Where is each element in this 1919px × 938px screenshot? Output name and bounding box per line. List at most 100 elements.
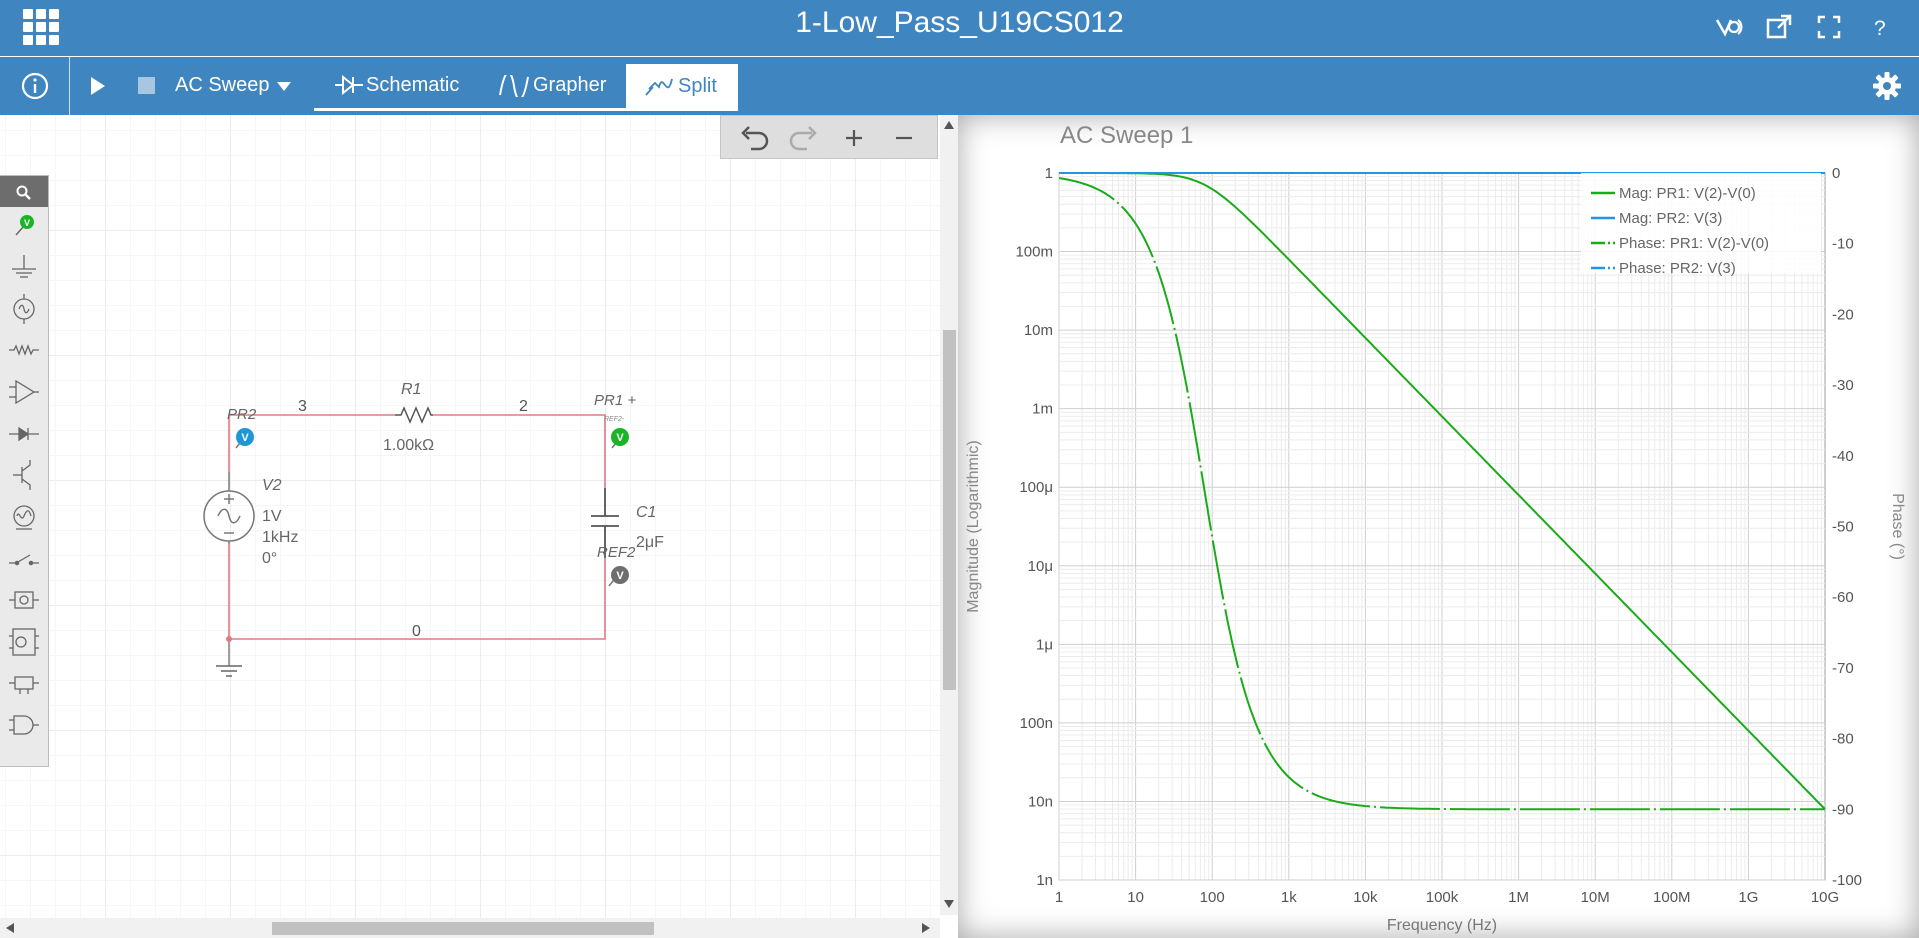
node-label-0: 0	[412, 623, 421, 640]
grapher-pane[interactable]: 1 10 100 1k 10k 100k 1M 10M 100M 1G 10G 1 100m 10m 1m 1…	[958, 115, 1919, 938]
x-tick-label: 10G	[1811, 889, 1839, 906]
probe-pr2-label: PR2	[227, 406, 257, 423]
y2-tick-label: -40	[1832, 448, 1854, 465]
tab-underline	[314, 108, 738, 111]
x-tick-label: 10	[1127, 889, 1144, 906]
schematic-horizontal-scrollbar[interactable]	[0, 918, 940, 938]
node-label-3: 3	[298, 398, 307, 415]
horizontal-scroll-thumb[interactable]	[272, 922, 654, 935]
stop-simulation-icon[interactable]	[138, 77, 155, 94]
split-view-icon	[645, 78, 673, 96]
help-icon[interactable]: ?	[1862, 10, 1896, 44]
page-title: 1-Low_Pass_U19CS012	[795, 6, 1124, 39]
y-tick-label: 10μ	[1028, 558, 1053, 575]
svg-text:?: ?	[1874, 17, 1886, 40]
ac-sweep-chart: 1 10 100 1k 10k 100k 1M 10M 100M 1G 10G 1 100m 10m 1m 1…	[965, 165, 1906, 934]
capacitor-name: C1	[636, 504, 656, 521]
y2-tick-label: -30	[1832, 377, 1854, 394]
vertical-scroll-thumb[interactable]	[943, 330, 956, 690]
y-axis-label: Magnitude (Logarithmic)	[965, 440, 982, 613]
x-tick-label: 100k	[1426, 889, 1459, 906]
legend-entry: Phase: PR1: V(2)-V(0)	[1619, 235, 1769, 252]
sine-wave-icon	[499, 75, 529, 97]
x-tick-label: 100M	[1653, 889, 1691, 906]
wire-node-2[interactable]	[433, 414, 606, 488]
run-simulation-icon[interactable]	[88, 75, 108, 97]
chevron-down-icon	[277, 82, 291, 91]
node-label-2: 2	[519, 398, 528, 415]
probe-ref2-label: REF2	[597, 544, 636, 561]
y-tick-label: 100μ	[1019, 479, 1053, 496]
diode-icon[interactable]	[8, 418, 40, 450]
y2-tick-label: -70	[1832, 660, 1854, 677]
y2-tick-label: -60	[1832, 589, 1854, 606]
ac-source-icon[interactable]	[8, 293, 40, 325]
switch-icon[interactable]	[8, 543, 40, 575]
tab-schematic[interactable]: Schematic	[332, 63, 459, 107]
y2-tick-label: -50	[1832, 519, 1854, 536]
analysis-label: AC Sweep	[175, 74, 270, 96]
ac-source-v2[interactable]	[203, 472, 255, 544]
x-tick-label: 1M	[1508, 889, 1529, 906]
resistor-r1[interactable]	[395, 406, 433, 424]
search-icon	[16, 185, 31, 200]
transistor-icon[interactable]	[8, 459, 40, 491]
source-amplitude: 1V	[262, 508, 282, 525]
probe-pr1[interactable]: V	[611, 428, 629, 449]
source-name: V2	[262, 477, 282, 494]
schematic-canvas[interactable]: V V V 3 2 0 R1 1.00kΩ V2 1V 1kHz 0° C1 2…	[0, 115, 940, 938]
circuit-drawing: V V V 3 2 0 R1 1.00kΩ V2 1V 1kHz 0° C1 2…	[203, 381, 664, 677]
opamp-icon[interactable]	[8, 376, 40, 408]
probe-pr2[interactable]: V	[235, 428, 254, 449]
settings-gear-icon[interactable]	[1872, 71, 1902, 101]
fullscreen-icon[interactable]	[1812, 10, 1846, 44]
diode-icon	[335, 75, 363, 95]
share-icon[interactable]	[1762, 10, 1796, 44]
zoom-in-icon[interactable]	[829, 116, 879, 160]
x-tick-label: 10M	[1581, 889, 1610, 906]
ic-block-icon[interactable]	[8, 626, 40, 658]
y-tick-label: 1μ	[1036, 636, 1053, 653]
probe-ref2[interactable]: V	[608, 566, 629, 587]
y2-tick-label: -90	[1832, 801, 1854, 818]
toolbar-divider	[69, 57, 70, 115]
y-tick-label: 10n	[1028, 793, 1053, 810]
redo-icon[interactable]	[779, 116, 829, 160]
x-tick-label: 1k	[1281, 889, 1297, 906]
analysis-select[interactable]: AC Sweep	[175, 63, 291, 107]
palette-search[interactable]	[0, 176, 48, 207]
simulate-probe-icon[interactable]	[1713, 10, 1747, 44]
canvas-toolbar	[720, 115, 938, 159]
probe-ref-small-label: REF2-	[604, 416, 625, 423]
zoom-out-icon[interactable]	[879, 116, 929, 160]
resistor-icon[interactable]	[8, 334, 40, 366]
digital-block-icon[interactable]	[8, 584, 40, 616]
scroll-right-icon[interactable]	[922, 923, 930, 933]
title-bar: 1-Low_Pass_U19CS012 ?	[0, 0, 1919, 56]
legend-entry: Phase: PR2: V(3)	[1619, 260, 1736, 277]
graph-title: AC Sweep 1	[1060, 122, 1194, 149]
y2-tick-label: -100	[1832, 872, 1862, 889]
x-tick-label: 10k	[1353, 889, 1378, 906]
probe-pr2-glyph: V	[241, 432, 249, 444]
resistor-value: 1.00kΩ	[383, 437, 434, 454]
y2-axis-label: Phase (°)	[1889, 493, 1906, 560]
and-gate-icon[interactable]	[8, 709, 40, 741]
schematic-vertical-scrollbar[interactable]	[940, 115, 958, 915]
undo-icon[interactable]	[729, 116, 779, 160]
ground-icon[interactable]	[8, 251, 40, 283]
scroll-up-icon[interactable]	[944, 121, 954, 129]
tab-split[interactable]: Split	[626, 64, 738, 108]
lamp-icon[interactable]	[8, 501, 40, 533]
info-icon[interactable]	[20, 71, 50, 101]
scroll-left-icon[interactable]	[6, 923, 14, 933]
voltage-probe-icon[interactable]: V	[8, 209, 40, 241]
probe-ref2-glyph: V	[616, 570, 624, 582]
capacitor-value: 2μF	[636, 534, 664, 551]
probe-pr1-glyph: V	[616, 432, 624, 444]
ground-symbol[interactable]	[216, 665, 242, 677]
tab-grapher[interactable]: Grapher	[497, 63, 606, 107]
source-frequency: 1kHz	[262, 529, 298, 546]
scroll-down-icon[interactable]	[944, 900, 954, 908]
connector-icon[interactable]	[8, 668, 40, 700]
